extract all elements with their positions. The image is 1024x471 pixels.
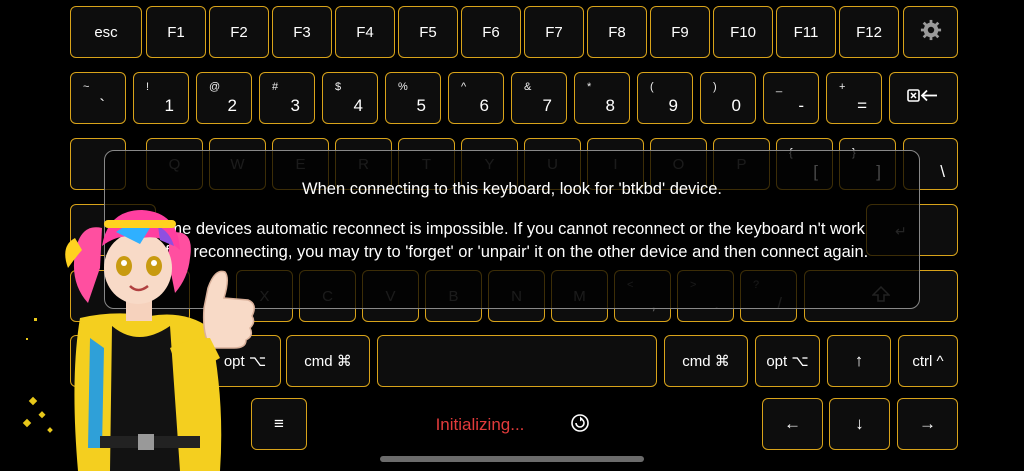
f4-key[interactable]: F4: [335, 6, 395, 58]
minus-key[interactable]: _ -: [763, 72, 819, 124]
key-3[interactable]: #3: [259, 72, 315, 124]
right-command-key[interactable]: cmd ⌘: [664, 335, 748, 387]
reconnect-icon: [570, 413, 590, 438]
f7-key[interactable]: F7: [524, 6, 584, 58]
f5-key[interactable]: F5: [398, 6, 458, 58]
gear-icon: [920, 19, 942, 45]
f3-key[interactable]: F3: [272, 6, 332, 58]
key-7[interactable]: & 7: [511, 72, 567, 124]
f2-key[interactable]: F2: [209, 6, 269, 58]
backspace-key[interactable]: [889, 72, 958, 124]
left-command-key[interactable]: cmd ⌘: [286, 335, 370, 387]
right-option-key[interactable]: opt ⌥: [755, 335, 820, 387]
arrow-up-key[interactable]: ↑: [827, 335, 891, 387]
key-5[interactable]: % 5: [385, 72, 441, 124]
f11-key[interactable]: F11: [776, 6, 836, 58]
f8-key[interactable]: F8: [587, 6, 647, 58]
key-1[interactable]: ! 1: [133, 72, 189, 124]
esc-key[interactable]: esc: [70, 6, 142, 58]
f12-key[interactable]: F12: [839, 6, 899, 58]
reconnect-button[interactable]: [569, 413, 591, 438]
f6-key[interactable]: F6: [461, 6, 521, 58]
f10-key[interactable]: F10: [713, 6, 773, 58]
tilde-key[interactable]: ~ `: [70, 72, 126, 124]
f1-key[interactable]: F1: [146, 6, 206, 58]
f9-key[interactable]: F9: [650, 6, 710, 58]
key-2[interactable]: @2: [196, 72, 252, 124]
right-control-key[interactable]: ctrl ^: [898, 335, 958, 387]
arrow-down-key[interactable]: ↓: [829, 398, 890, 450]
connection-status: Initializing...: [435, 415, 525, 434]
mascot-illustration: [22, 210, 255, 471]
settings-key[interactable]: [903, 6, 958, 58]
arrow-left-key[interactable]: ←: [762, 398, 823, 450]
key-6[interactable]: ^ 6: [448, 72, 504, 124]
equal-key[interactable]: + =: [826, 72, 882, 124]
backspace-icon: [906, 88, 941, 108]
key-0[interactable]: ) 0: [700, 72, 756, 124]
overlay-line-1: When connecting to this keyboard, look f…: [302, 180, 722, 198]
home-indicator[interactable]: [380, 456, 644, 462]
key-4[interactable]: $4: [322, 72, 378, 124]
arrow-right-key[interactable]: →: [897, 398, 958, 450]
space-key[interactable]: [377, 335, 657, 387]
key-8[interactable]: * 8: [574, 72, 630, 124]
key-9[interactable]: (9: [637, 72, 693, 124]
